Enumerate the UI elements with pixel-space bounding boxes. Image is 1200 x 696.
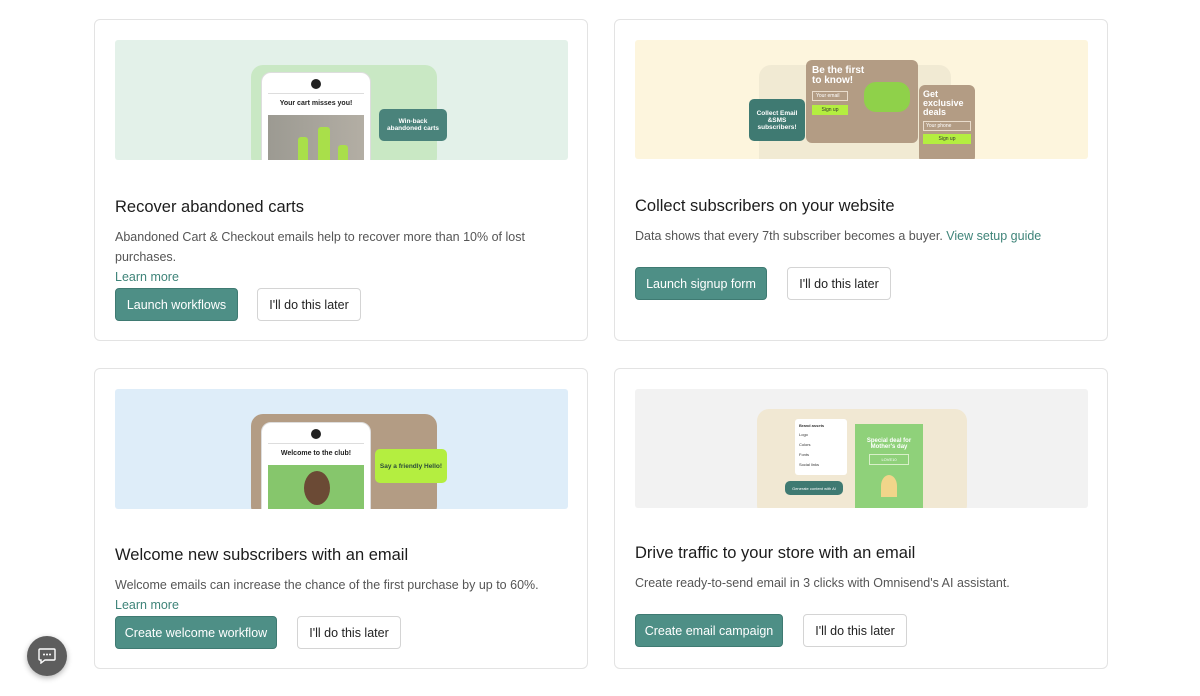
card-description: Abandoned Cart & Checkout emails help to… <box>115 230 525 284</box>
chat-icon <box>38 648 56 664</box>
card-title: Welcome new subscribers with an email <box>115 546 409 564</box>
create-welcome-workflow-button[interactable]: Create welcome workflow <box>115 616 277 649</box>
phone-heading: Your cart misses you! <box>268 93 364 107</box>
illustration-tag: Generate content with AI <box>785 481 843 495</box>
brand-assets-heading: Brand assets <box>799 423 825 428</box>
illustration-tag: Win-back abandoned carts <box>379 109 447 141</box>
email-heading: Special deal for Mother's day <box>866 438 912 450</box>
card-recover-abandoned-carts: Your cart misses you! Win-back abandoned… <box>94 19 588 341</box>
card-description: Welcome emails can increase the chance o… <box>115 578 539 612</box>
illustration-banner: Brand assets Logo Colors Fonts Social li… <box>635 389 1088 508</box>
form2-heading: Get exclusive deals <box>923 89 964 117</box>
card-description: Create ready-to-send email in 3 clicks w… <box>635 576 1010 590</box>
card-drive-traffic: Brand assets Logo Colors Fonts Social li… <box>614 368 1108 669</box>
illustration-tag: Say a friendly Hello! <box>375 449 447 483</box>
form1-heading: Be the first to know! <box>812 65 865 86</box>
learn-more-link[interactable]: Learn more <box>115 270 179 284</box>
do-later-button[interactable]: I'll do this later <box>803 614 907 647</box>
card-description: Data shows that every 7th subscriber bec… <box>635 229 1042 243</box>
illustration-banner: Collect Email &SMS subscribers! Be the f… <box>635 40 1088 159</box>
illustration-banner: Welcome to the club! Say a friendly Hell… <box>115 389 568 509</box>
phone-heading: Welcome to the club! <box>268 443 364 457</box>
card-collect-subscribers: Collect Email &SMS subscribers! Be the f… <box>614 19 1108 341</box>
illustration-banner: Your cart misses you! Win-back abandoned… <box>115 40 568 160</box>
card-title: Recover abandoned carts <box>115 198 304 216</box>
illustration-tag: Collect Email &SMS subscribers! <box>749 99 805 141</box>
launch-signup-form-button[interactable]: Launch signup form <box>635 267 767 300</box>
chat-button[interactable] <box>27 636 67 676</box>
card-title: Drive traffic to your store with an emai… <box>635 544 916 562</box>
do-later-button[interactable]: I'll do this later <box>257 288 361 321</box>
do-later-button[interactable]: I'll do this later <box>297 616 401 649</box>
card-welcome-subscribers: Welcome to the club! Say a friendly Hell… <box>94 368 588 669</box>
view-setup-guide-link[interactable]: View setup guide <box>946 229 1041 243</box>
create-email-campaign-button[interactable]: Create email campaign <box>635 614 783 647</box>
do-later-button[interactable]: I'll do this later <box>787 267 891 300</box>
learn-more-link[interactable]: Learn more <box>115 598 179 612</box>
launch-workflows-button[interactable]: Launch workflows <box>115 288 238 321</box>
card-title: Collect subscribers on your website <box>635 197 895 215</box>
